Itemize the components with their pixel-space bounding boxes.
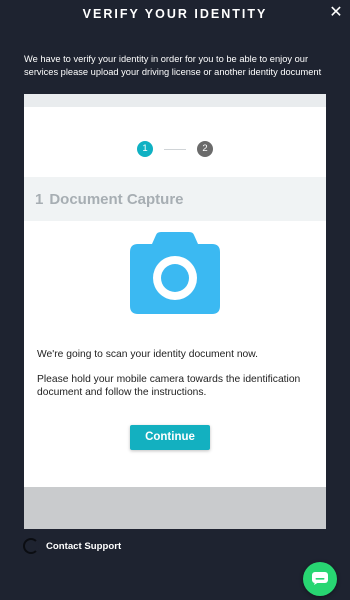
step-2-indicator: 2	[197, 141, 213, 157]
chat-icon	[312, 572, 328, 585]
continue-button[interactable]: Continue	[130, 425, 210, 450]
frame-footer	[24, 487, 326, 529]
instructions: We're going to scan your identity docume…	[37, 348, 322, 399]
stepper: 1 2	[24, 141, 326, 157]
contact-support-label: Contact Support	[46, 540, 122, 552]
intro-text: We have to verify your identity in order…	[24, 54, 322, 77]
page-title: VERIFY YOUR IDENTITY	[82, 7, 268, 21]
header-bar: VERIFY YOUR IDENTITY ✕	[0, 0, 350, 30]
camera-icon	[130, 232, 220, 314]
contact-support-link[interactable]: Contact Support	[23, 538, 121, 554]
instruction-paragraph-1: We're going to scan your identity docume…	[37, 349, 258, 360]
section-number: 1	[35, 190, 44, 208]
verification-panel: 1 2 1 Document Capture We're going to sc…	[24, 107, 326, 487]
instruction-paragraph-2: Please hold your mobile camera towards t…	[37, 374, 301, 398]
section-header: 1 Document Capture	[24, 177, 326, 221]
step-connector	[164, 149, 186, 150]
support-icon	[23, 538, 39, 554]
close-icon[interactable]: ✕	[328, 3, 344, 23]
chat-button[interactable]	[303, 562, 337, 596]
step-1-indicator: 1	[137, 141, 153, 157]
section-title: Document Capture	[49, 190, 184, 208]
verification-frame: 1 2 1 Document Capture We're going to sc…	[24, 94, 326, 529]
